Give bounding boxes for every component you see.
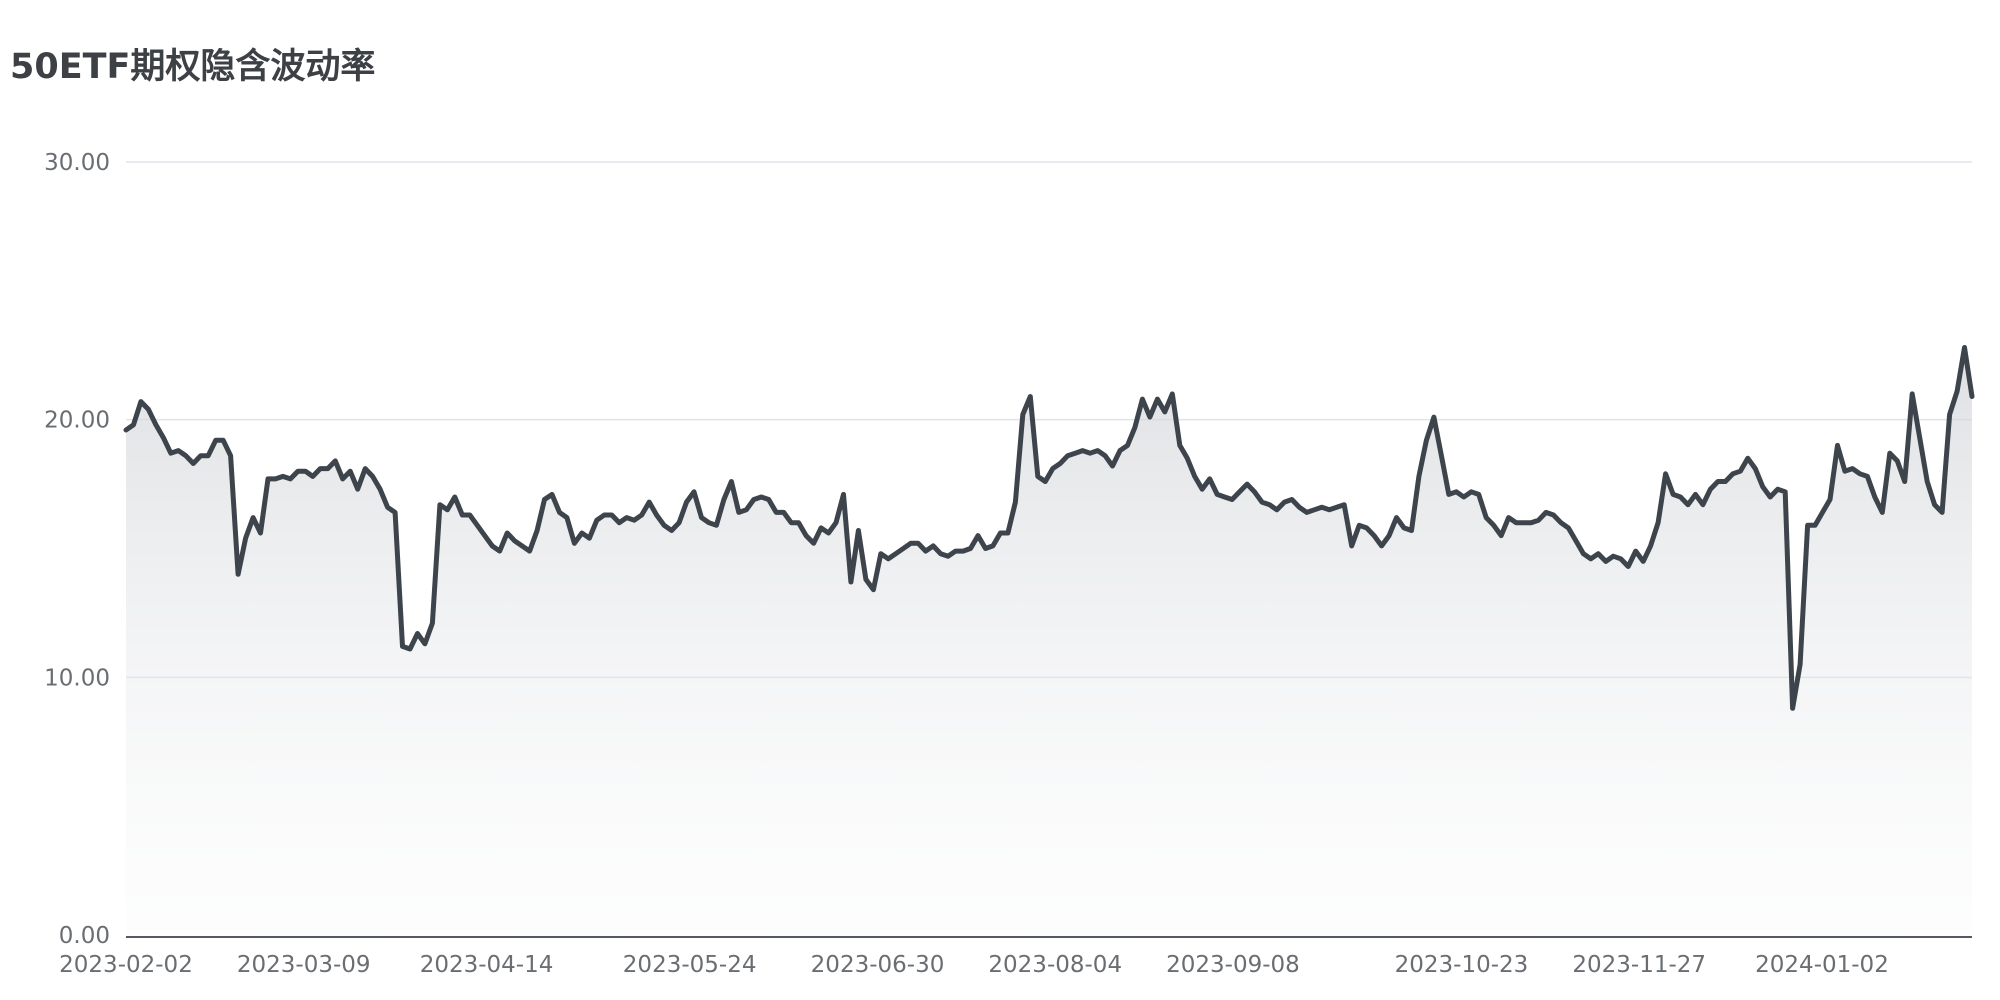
y-tick-label: 30.00 <box>44 150 110 176</box>
x-tick-label: 2023-11-27 <box>1572 952 1706 978</box>
y-tick-label: 0.00 <box>59 923 110 949</box>
implied-volatility-chart: 0.00 10.00 20.00 30.00 2023-02-02 2023-03-09… <box>44 150 1975 978</box>
x-tick-label: 2023-03-09 <box>237 952 371 978</box>
x-tick-label: 2023-04-14 <box>420 952 554 978</box>
y-tick-label: 20.00 <box>44 408 110 434</box>
x-tick-label: 2023-02-02 <box>59 952 193 978</box>
y-tick-label: 10.00 <box>44 665 110 691</box>
x-tick-label: 2023-10-23 <box>1395 952 1529 978</box>
x-tick-label: 2023-06-30 <box>811 952 945 978</box>
x-tick-label: 2023-09-08 <box>1166 952 1300 978</box>
x-axis-ticks: 2023-02-02 2023-03-09 2023-04-14 2023-05-24… <box>59 952 1889 978</box>
y-axis-ticks: 0.00 10.00 20.00 30.00 <box>44 150 110 949</box>
x-tick-label: 2023-08-04 <box>988 952 1122 978</box>
x-tick-label: 2024-01-02 <box>1755 952 1889 978</box>
x-tick-label: 2023-05-24 <box>623 952 757 978</box>
